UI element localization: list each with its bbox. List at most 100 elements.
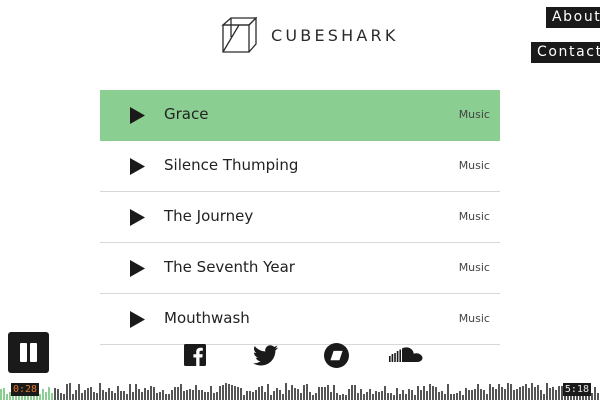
waveform-bar — [72, 394, 74, 400]
waveform-bar — [303, 385, 305, 400]
waveform-bar — [207, 392, 209, 400]
waveform-bar — [525, 384, 527, 400]
waveform-bar — [366, 392, 368, 400]
waveform-bar — [357, 393, 359, 400]
waveform-bar — [132, 392, 134, 400]
waveform-bar — [261, 386, 263, 400]
waveform-bar — [45, 392, 47, 400]
pause-button[interactable] — [8, 332, 49, 373]
bandcamp-link[interactable] — [323, 342, 349, 368]
waveform-bar — [354, 385, 356, 400]
waveform-bar — [417, 386, 419, 400]
cube-logo-icon — [221, 17, 257, 53]
current-time: 0:28 — [11, 383, 40, 396]
play-icon[interactable] — [130, 107, 145, 124]
waveform-bar — [492, 387, 494, 400]
waveform-bar — [177, 387, 179, 400]
waveform-bar — [483, 390, 485, 400]
play-icon[interactable] — [130, 158, 145, 175]
waveform-bar — [504, 389, 506, 400]
waveform-bar — [528, 388, 530, 400]
waveform-bar — [225, 383, 227, 400]
waveform-bar — [57, 389, 59, 400]
bandcamp-icon — [323, 342, 349, 368]
waveform-bar — [399, 394, 401, 400]
waveform-bar — [546, 383, 548, 400]
track-row[interactable]: Mouthwash Music — [100, 294, 500, 345]
waveform-bar — [552, 387, 554, 400]
pause-icon — [20, 343, 27, 362]
waveform-bar — [69, 383, 71, 400]
waveform-bar — [165, 394, 167, 400]
pause-icon-bar — [30, 343, 37, 362]
waveform-bar — [180, 384, 182, 400]
waveform-bar — [294, 388, 296, 400]
waveform-bar — [249, 391, 251, 400]
track-row[interactable]: The Journey Music — [100, 192, 500, 243]
waveform-bar — [54, 388, 56, 400]
play-icon[interactable] — [130, 260, 145, 277]
track-genre: Music — [458, 210, 490, 223]
waveform-bar — [333, 385, 335, 400]
waveform-bar — [159, 392, 161, 400]
waveform-bar — [453, 394, 455, 400]
track-row[interactable]: Grace Music — [100, 90, 500, 141]
soundcloud-icon — [389, 347, 423, 362]
track-genre: Music — [458, 261, 490, 274]
waveform-bar — [231, 385, 233, 400]
waveform-bar — [297, 389, 299, 400]
waveform-bar — [255, 390, 257, 400]
waveform-bar — [375, 391, 377, 400]
waveform-bar — [459, 391, 461, 400]
waveform-bar — [465, 388, 467, 400]
track-row[interactable]: The Seventh Year Music — [100, 243, 500, 294]
track-list: Grace Music Silence Thumping Music The J… — [100, 90, 500, 345]
waveform-bar — [393, 395, 395, 400]
track-title: Mouthwash — [164, 309, 250, 327]
waveform-bar — [237, 387, 239, 400]
waveform-bar — [384, 386, 386, 400]
waveform-bar — [117, 386, 119, 400]
waveform-bar — [495, 389, 497, 400]
waveform-bar — [108, 388, 110, 400]
waveform-bar — [168, 394, 170, 400]
waveform-bar — [171, 390, 173, 400]
waveform-bar — [126, 394, 128, 400]
waveform-bar — [93, 392, 95, 400]
brand[interactable]: CUBESHARK — [221, 17, 399, 53]
waveform-bar — [360, 389, 362, 400]
waveform-bar — [591, 393, 593, 400]
nav-contact-link[interactable]: Contact — [531, 42, 600, 63]
waveform-bar — [240, 388, 242, 400]
waveform-bar — [42, 389, 44, 400]
waveform-bar — [246, 391, 248, 400]
waveform-seekbar[interactable] — [0, 378, 600, 400]
track-genre: Music — [458, 312, 490, 325]
nav-about-link[interactable]: About — [546, 7, 600, 28]
track-row[interactable]: Silence Thumping Music — [100, 141, 500, 192]
twitter-icon — [252, 344, 278, 365]
waveform-bar — [468, 390, 470, 400]
waveform-bar — [201, 390, 203, 400]
waveform-bar — [267, 384, 269, 400]
waveform-bar — [486, 394, 488, 400]
waveform-bar — [450, 394, 452, 400]
waveform-bar — [96, 393, 98, 400]
waveform-bar — [408, 389, 410, 400]
waveform-bar — [549, 388, 551, 400]
waveform-bar — [318, 387, 320, 400]
waveform-bar — [210, 386, 212, 400]
waveform-bar — [432, 386, 434, 400]
waveform-bar — [558, 386, 560, 400]
play-icon[interactable] — [130, 311, 145, 328]
twitter-link[interactable] — [252, 342, 278, 368]
waveform-bar — [543, 394, 545, 400]
waveform-bar — [414, 395, 416, 400]
play-icon[interactable] — [130, 209, 145, 226]
waveform-bar — [369, 389, 371, 400]
soundcloud-link[interactable] — [388, 342, 424, 368]
waveform-bar — [216, 392, 218, 400]
waveform-bar — [3, 388, 5, 400]
facebook-link[interactable] — [183, 342, 207, 368]
waveform-bar — [534, 387, 536, 400]
